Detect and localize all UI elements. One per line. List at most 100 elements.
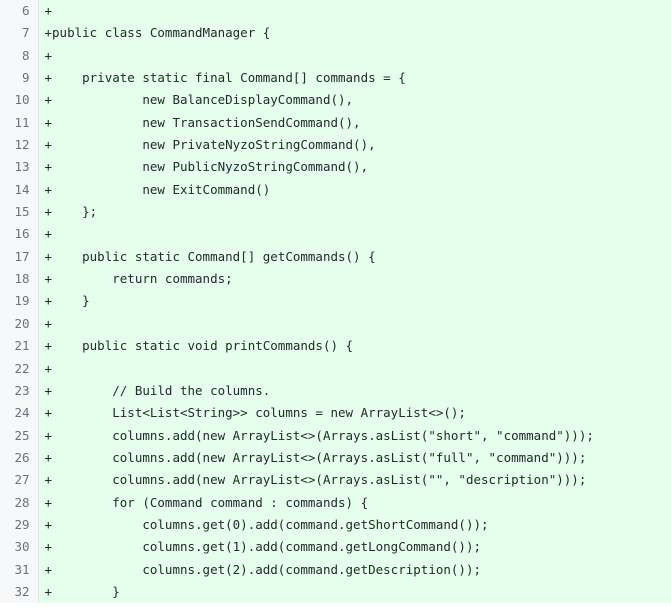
code-line[interactable]: + columns.get(2).add(command.getDescript… — [38, 558, 671, 581]
diff-row[interactable]: 18 + return commands; — [0, 268, 671, 291]
line-number[interactable]: 23 — [0, 379, 39, 403]
code-text: private static final Command[] commands … — [52, 70, 406, 86]
code-line[interactable]: + columns.add(new ArrayList<>(Arrays.asL… — [38, 424, 671, 447]
diff-row[interactable]: 15 + }; — [0, 201, 671, 224]
line-number[interactable]: 32 — [0, 580, 39, 604]
code-text: columns.add(new ArrayList<>(Arrays.asLis… — [52, 427, 594, 443]
code-line[interactable]: + return commands; — [38, 268, 671, 291]
diff-row[interactable]: 31 + columns.get(2).add(command.getDescri… — [0, 558, 671, 581]
code-line[interactable]: + }; — [38, 201, 671, 224]
code-line[interactable]: + new TransactionSendCommand(), — [38, 111, 671, 135]
diff-row[interactable]: 23 + // Build the columns. — [0, 379, 671, 403]
diff-row[interactable]: 29 + columns.get(0).add(command.getShortC… — [0, 513, 671, 537]
line-number[interactable]: 25 — [0, 424, 39, 447]
line-number[interactable]: 24 — [0, 402, 39, 425]
line-number[interactable]: 6 — [0, 0, 39, 23]
line-number[interactable]: 13 — [0, 156, 39, 179]
addition-marker: + — [44, 271, 53, 287]
line-number[interactable]: 29 — [0, 513, 39, 537]
line-number[interactable]: 26 — [0, 446, 39, 470]
code-line[interactable]: + — [38, 223, 671, 246]
diff-row[interactable]: 30 + columns.get(1).add(command.getLongCo… — [0, 536, 671, 559]
addition-marker: + — [44, 360, 53, 376]
diff-row[interactable]: 21 + public static void printCommands() { — [0, 335, 671, 358]
line-number[interactable]: 9 — [0, 67, 39, 90]
diff-row[interactable]: 20 + — [0, 312, 671, 336]
line-number[interactable]: 15 — [0, 201, 39, 224]
diff-row[interactable]: 22 + — [0, 357, 671, 380]
code-line[interactable]: + } — [38, 580, 671, 604]
code-line[interactable]: + new PrivateNyzoStringCommand(), — [38, 134, 671, 157]
code-line[interactable]: +public class CommandManager { — [38, 22, 671, 45]
line-number[interactable]: 18 — [0, 268, 39, 291]
line-number[interactable]: 8 — [0, 44, 39, 68]
addition-marker: + — [44, 92, 53, 108]
diff-row[interactable]: 32 + } — [0, 580, 671, 604]
diff-row[interactable]: 12 + new PrivateNyzoStringCommand(), — [0, 134, 671, 157]
code-line[interactable]: + columns.get(1).add(command.getLongComm… — [38, 536, 671, 559]
diff-row[interactable]: 28 + for (Command command : commands) { — [0, 491, 671, 514]
line-number[interactable]: 17 — [0, 245, 39, 269]
diff-row[interactable]: 8 + — [0, 44, 671, 68]
line-number[interactable]: 22 — [0, 357, 39, 380]
code-line[interactable]: + } — [38, 290, 671, 313]
line-number[interactable]: 27 — [0, 469, 39, 492]
line-number[interactable]: 11 — [0, 111, 39, 135]
code-text: List<List<String>> columns = new ArrayLi… — [52, 405, 466, 421]
code-line[interactable]: + // Build the columns. — [38, 379, 671, 403]
line-number[interactable]: 31 — [0, 558, 39, 581]
diff-row[interactable]: 16 + — [0, 223, 671, 246]
addition-marker: + — [44, 516, 53, 532]
diff-row[interactable]: 26 + columns.add(new ArrayList<>(Arrays.a… — [0, 446, 671, 470]
code-line[interactable]: + private static final Command[] command… — [38, 67, 671, 90]
addition-marker: + — [44, 204, 53, 220]
code-line[interactable]: + List<List<String>> columns = new Array… — [38, 402, 671, 425]
diff-row[interactable]: 14 + new ExitCommand() — [0, 178, 671, 202]
diff-row[interactable]: 19 + } — [0, 290, 671, 313]
code-line[interactable]: + — [38, 0, 671, 23]
diff-row[interactable]: 11 + new TransactionSendCommand(), — [0, 111, 671, 135]
code-line[interactable]: + new ExitCommand() — [38, 178, 671, 202]
code-line[interactable]: + — [38, 312, 671, 336]
code-line[interactable]: + columns.add(new ArrayList<>(Arrays.asL… — [38, 446, 671, 470]
addition-marker: + — [44, 382, 53, 398]
diff-row[interactable]: 25 + columns.add(new ArrayList<>(Arrays.a… — [0, 424, 671, 447]
code-line[interactable]: + public static void printCommands() { — [38, 335, 671, 358]
line-number[interactable]: 7 — [0, 22, 39, 45]
diff-row[interactable]: 10 + new BalanceDisplayCommand(), — [0, 89, 671, 112]
addition-marker: + — [44, 315, 53, 331]
diff-row[interactable]: 9 + private static final Command[] comman… — [0, 67, 671, 90]
addition-marker: + — [44, 338, 53, 354]
code-line[interactable]: + columns.add(new ArrayList<>(Arrays.asL… — [38, 469, 671, 492]
code-line[interactable]: + new BalanceDisplayCommand(), — [38, 89, 671, 112]
diff-row[interactable]: 13 + new PublicNyzoStringCommand(), — [0, 156, 671, 179]
code-line[interactable]: + new PublicNyzoStringCommand(), — [38, 156, 671, 179]
line-number[interactable]: 30 — [0, 536, 39, 559]
line-number[interactable]: 16 — [0, 223, 39, 246]
code-line[interactable]: + public static Command[] getCommands() … — [38, 245, 671, 269]
line-number[interactable]: 14 — [0, 178, 39, 202]
diff-body: 6 +7 +public class CommandManager {8 +9 + pr… — [0, 0, 671, 604]
diff-row[interactable]: 24 + List<List<String>> columns = new Arr… — [0, 402, 671, 425]
code-text: new TransactionSendCommand(), — [52, 114, 361, 130]
diff-row[interactable]: 27 + columns.add(new ArrayList<>(Arrays.a… — [0, 469, 671, 492]
addition-marker: + — [44, 3, 53, 18]
code-line[interactable]: + columns.get(0).add(command.getShortCom… — [38, 513, 671, 537]
code-text: } — [52, 293, 90, 309]
diff-row[interactable]: 17 + public static Command[] getCommands(… — [0, 245, 671, 269]
addition-marker: + — [44, 583, 53, 599]
diff-row[interactable]: 7 +public class CommandManager { — [0, 22, 671, 45]
line-number[interactable]: 10 — [0, 89, 39, 112]
line-number[interactable]: 19 — [0, 290, 39, 313]
code-line[interactable]: + — [38, 44, 671, 68]
line-number[interactable]: 21 — [0, 335, 39, 358]
line-number[interactable]: 12 — [0, 134, 39, 157]
diff-table: 6 +7 +public class CommandManager {8 +9 + pr… — [0, 0, 671, 604]
code-text: new BalanceDisplayCommand(), — [52, 92, 354, 108]
code-line[interactable]: + for (Command command : commands) { — [38, 491, 671, 514]
line-number[interactable]: 28 — [0, 491, 39, 514]
addition-marker: + — [44, 494, 53, 510]
line-number[interactable]: 20 — [0, 312, 39, 336]
diff-row[interactable]: 6 + — [0, 0, 671, 23]
code-line[interactable]: + — [38, 357, 671, 380]
